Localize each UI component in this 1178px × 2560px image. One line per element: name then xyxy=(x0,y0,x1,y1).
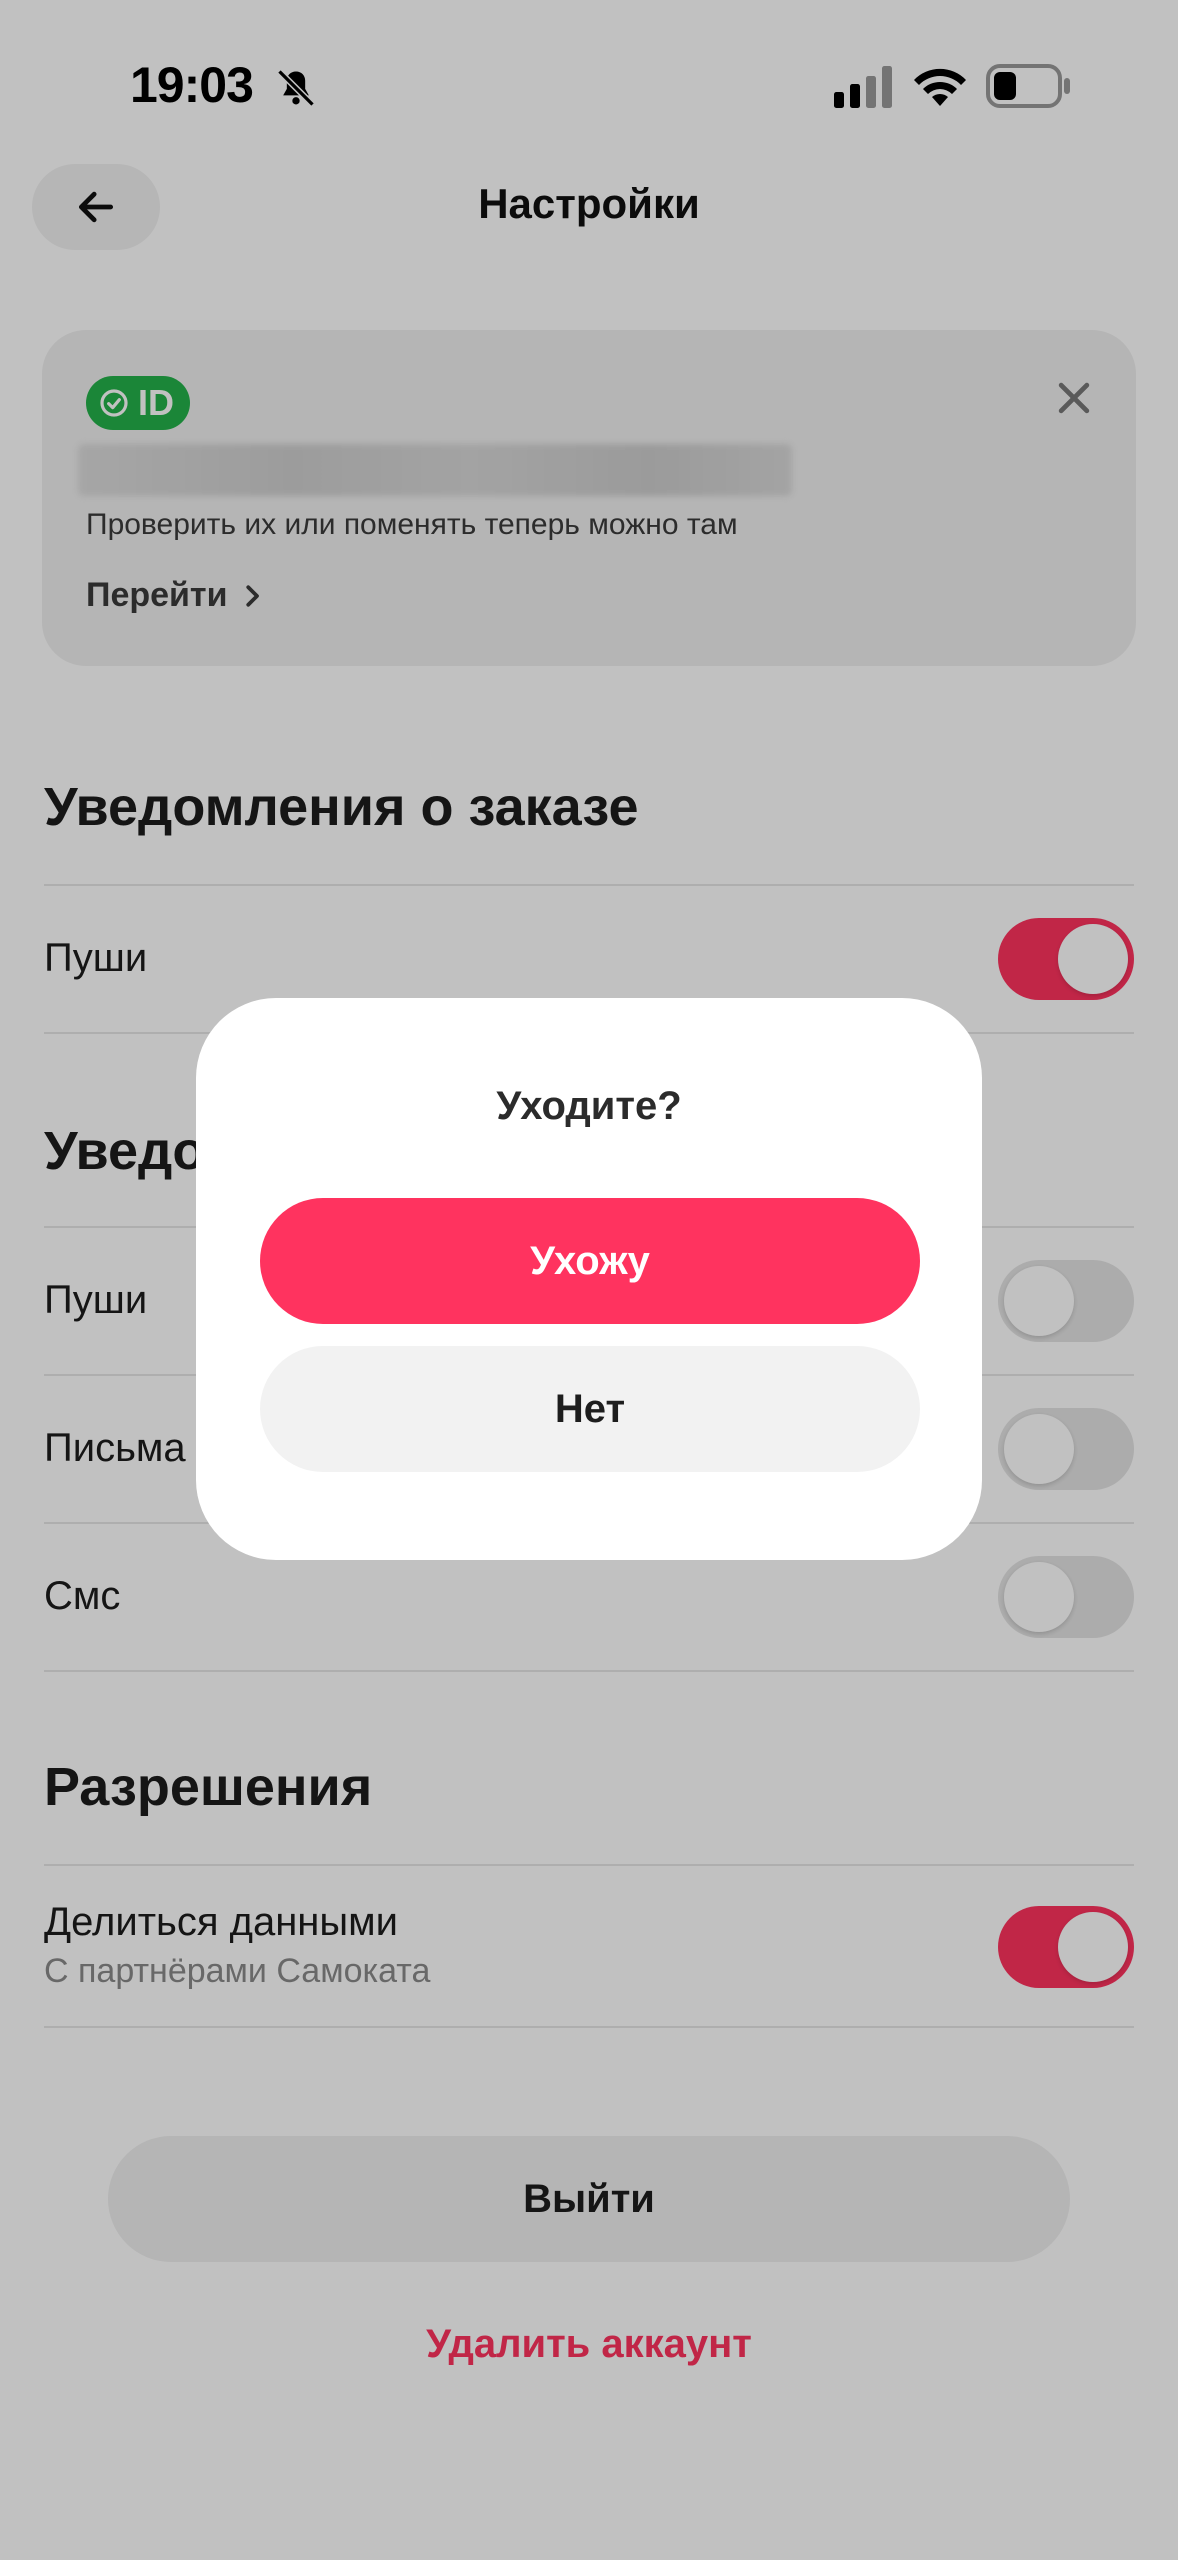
leave-dialog: Уходите? Ухожу Нет xyxy=(196,998,982,1560)
dialog-title: Уходите? xyxy=(496,1084,682,1128)
cancel-button[interactable]: Нет xyxy=(260,1346,920,1472)
confirm-leave-button[interactable]: Ухожу xyxy=(260,1198,920,1324)
